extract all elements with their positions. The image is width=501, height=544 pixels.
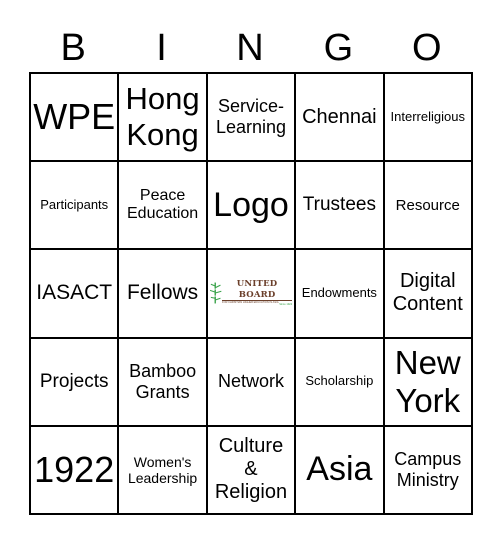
bingo-cell[interactable]: Network [205, 336, 297, 427]
bingo-cell[interactable]: Digital Content [382, 248, 473, 339]
bingo-cell[interactable]: Asia [294, 424, 385, 515]
header-letter-i: I [156, 27, 167, 69]
board-row: IASACT Fellows UNITED BOARD FOR CHRISTIA… [28, 248, 473, 339]
bingo-cell[interactable]: WPE [28, 71, 120, 163]
united-board-logo: UNITED BOARD FOR CHRISTIAN HIGHER EDUCAT… [209, 250, 293, 336]
board-row: Projects Bamboo Grants Network Scholarsh… [28, 336, 473, 427]
bingo-cell[interactable]: Fellows [117, 248, 208, 339]
bingo-cell[interactable]: Service-Learning [205, 71, 297, 163]
bingo-cell[interactable]: Participants [28, 160, 120, 251]
bingo-cell[interactable]: Culture & Religion [205, 424, 297, 515]
bingo-cell[interactable]: Endowments [294, 248, 385, 339]
bingo-cell[interactable]: Peace Education [117, 160, 208, 251]
bingo-header: B I N G O [29, 24, 471, 72]
bingo-board: WPE Hong Kong Service-Learning Chennai I… [28, 71, 473, 515]
bingo-cell[interactable]: Interreligious [382, 71, 473, 163]
bingo-cell[interactable]: IASACT [28, 248, 120, 339]
header-letter-b: B [60, 27, 86, 69]
board-row: Participants Peace Education Logo Truste… [28, 160, 473, 251]
bingo-cell[interactable]: Projects [28, 336, 120, 427]
bamboo-icon [209, 283, 222, 304]
bingo-cell[interactable]: Women's Leadership [117, 424, 208, 515]
bingo-cell[interactable]: Scholarship [294, 336, 385, 427]
bingo-cell[interactable]: Trustees [294, 160, 385, 251]
bingo-cell[interactable]: Chennai [294, 71, 385, 163]
board-row: 1922 Women's Leadership Culture & Religi… [28, 424, 473, 515]
bingo-cell[interactable]: Bamboo Grants [117, 336, 208, 427]
bingo-cell[interactable]: Campus Ministry [382, 424, 473, 515]
board-row: WPE Hong Kong Service-Learning Chennai I… [28, 71, 473, 163]
header-letter-g: G [323, 27, 354, 69]
header-letter-o: O [411, 27, 442, 69]
bingo-cell[interactable]: Hong Kong [117, 71, 208, 163]
logo-name: UNITED BOARD [221, 279, 293, 301]
bingo-cell[interactable]: 1922 [28, 424, 120, 515]
bingo-cell[interactable]: Logo [205, 160, 297, 251]
logo-since: Since 1922 [279, 303, 293, 307]
logo-subtitle: FOR CHRISTIAN HIGHER EDUCATION IN ASIA [221, 300, 279, 304]
header-letter-n: N [236, 27, 264, 69]
free-space-cell[interactable]: UNITED BOARD FOR CHRISTIAN HIGHER EDUCAT… [205, 248, 297, 339]
bingo-cell[interactable]: New York [382, 336, 473, 427]
bingo-cell[interactable]: Resource [382, 160, 473, 251]
